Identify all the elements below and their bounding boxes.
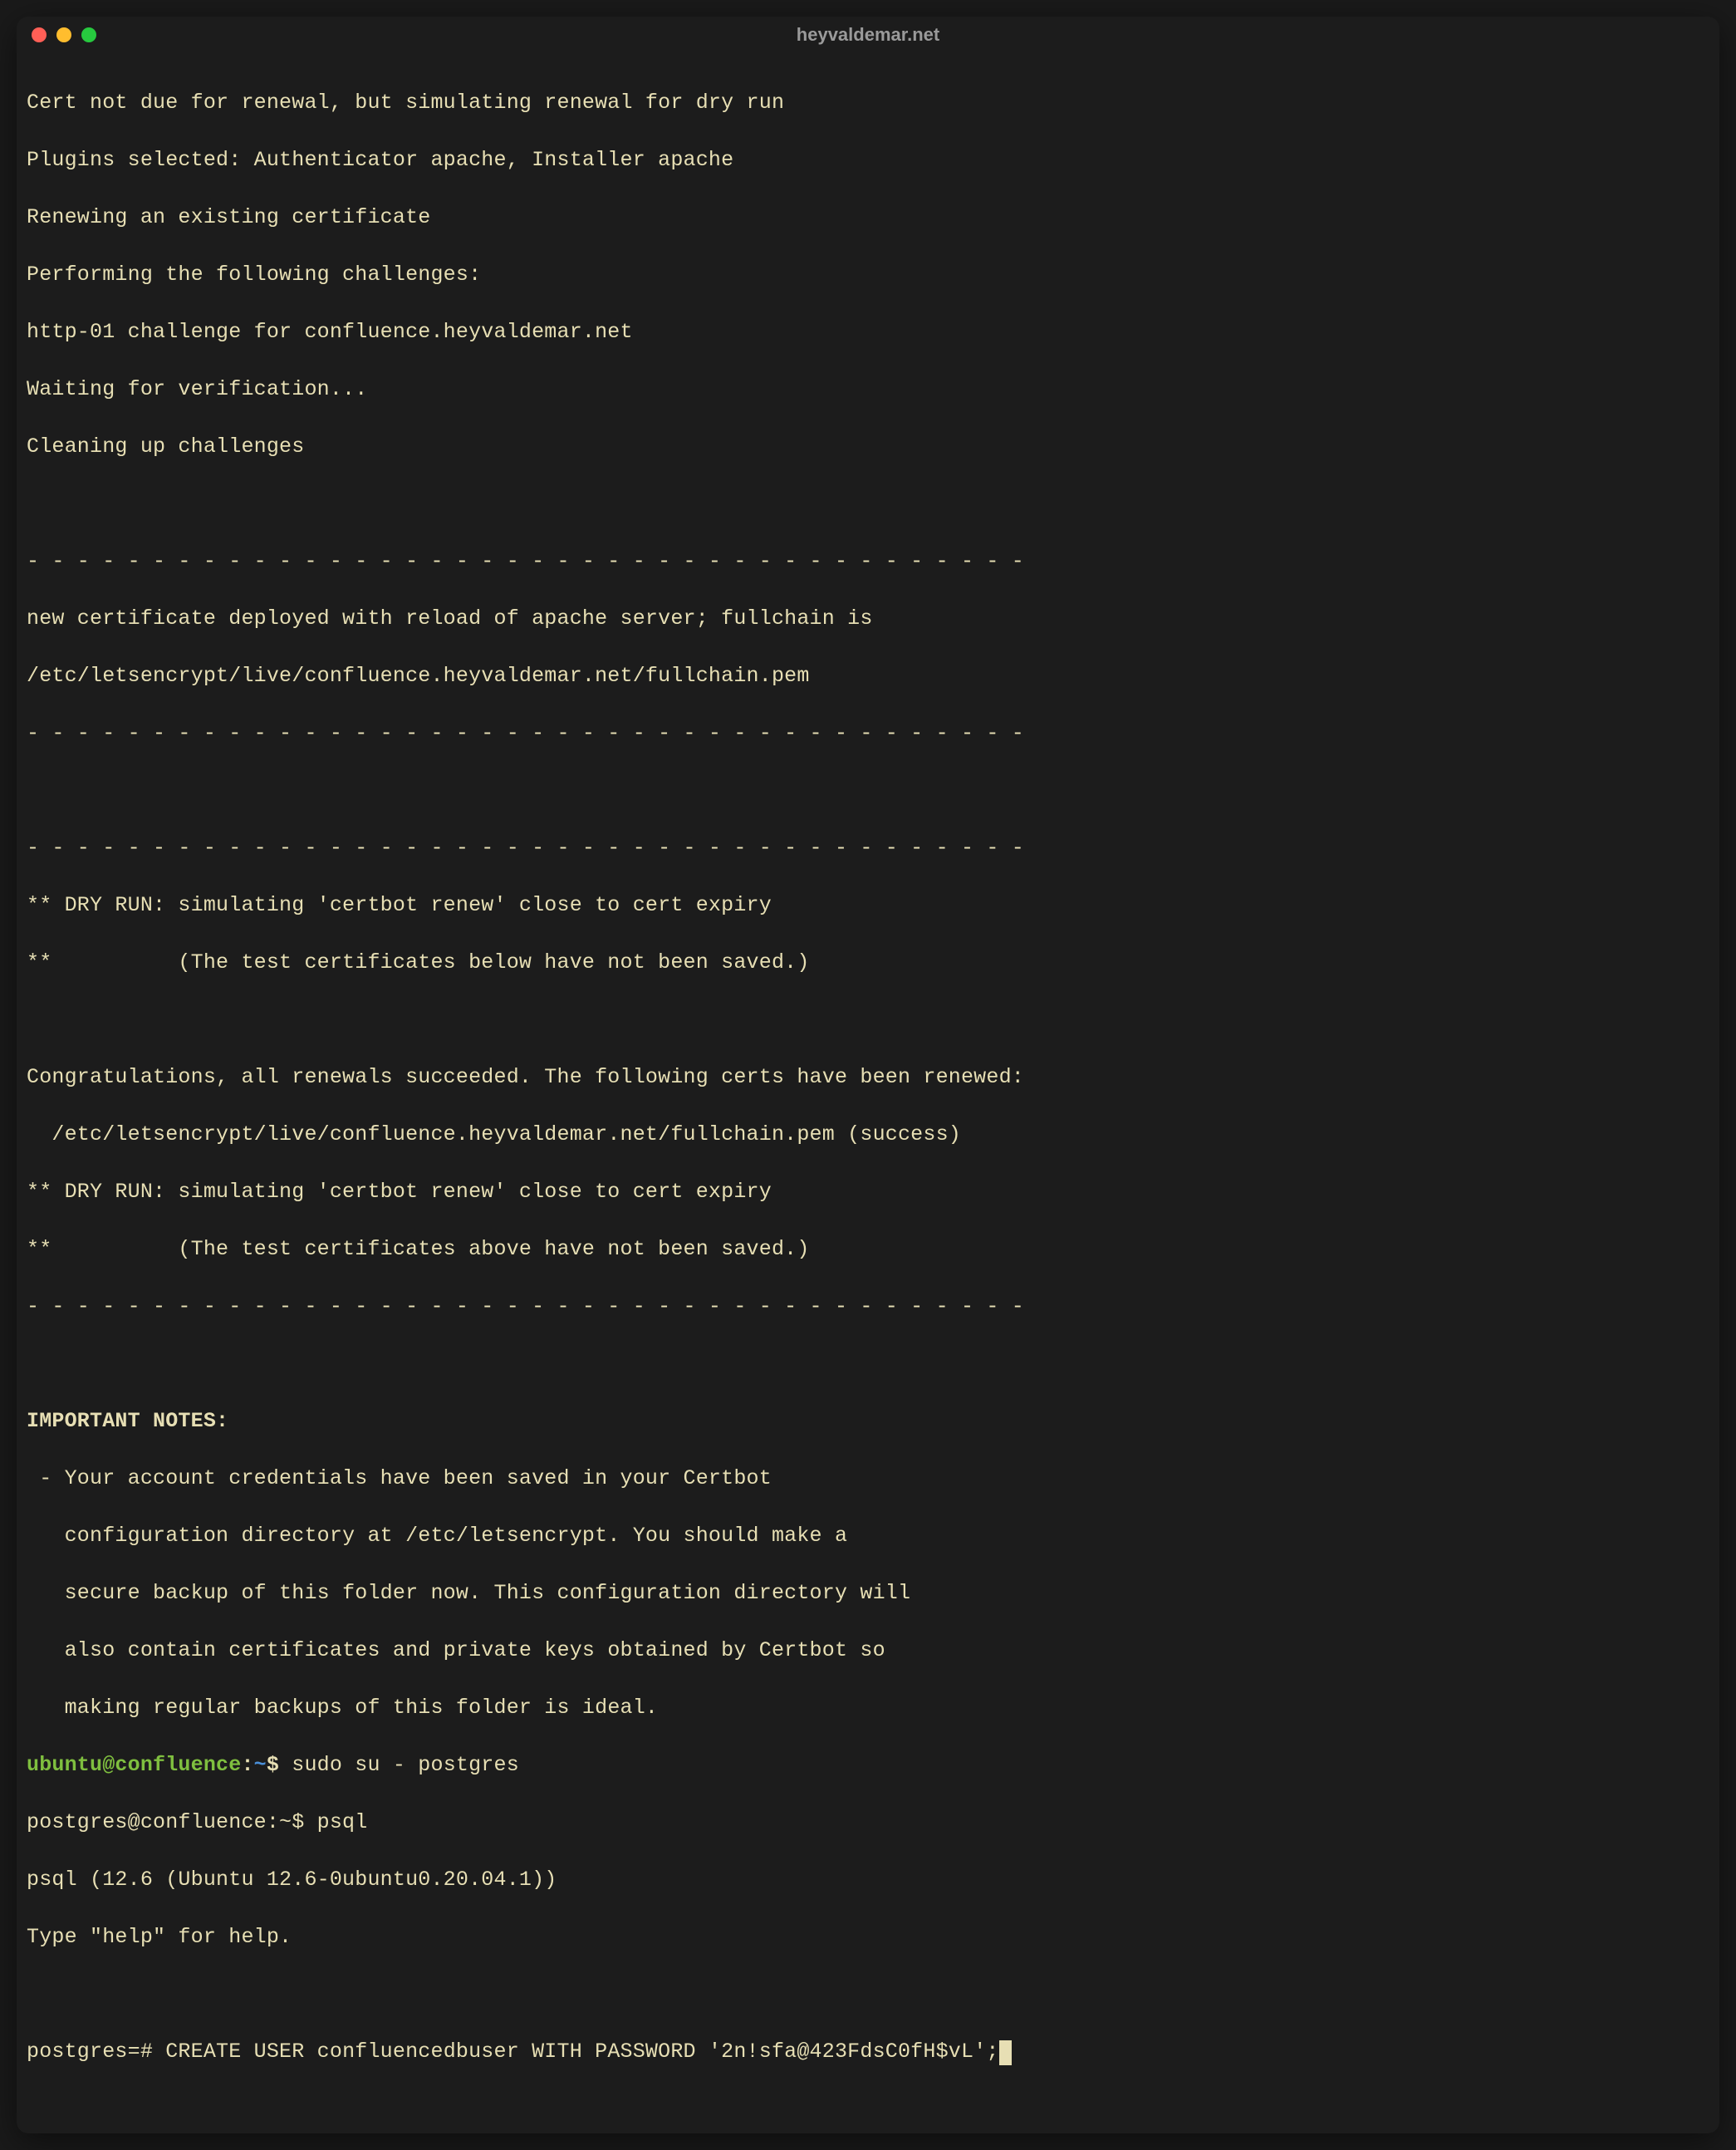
psql-prompt-line: postgres=# CREATE USER confluencedbuser … [27, 2038, 1709, 2067]
terminal-line: - Your account credentials have been sav… [27, 1465, 1709, 1494]
close-icon[interactable] [32, 27, 47, 42]
terminal-line [27, 490, 1709, 519]
prompt-line: ubuntu@confluence:~$ sudo su - postgres [27, 1751, 1709, 1780]
terminal-line [27, 1350, 1709, 1379]
psql-prompt: postgres=# [27, 2040, 165, 2064]
cursor-icon [999, 2040, 1012, 2065]
terminal-line: Renewing an existing certificate [27, 204, 1709, 233]
terminal-line: /etc/letsencrypt/live/confluence.heyvald… [27, 662, 1709, 691]
psql-cmd: CREATE USER confluencedbuser WITH PASSWO… [165, 2040, 998, 2064]
terminal-line: psql (12.6 (Ubuntu 12.6-0ubuntu0.20.04.1… [27, 1866, 1709, 1895]
terminal-window: heyvaldemar.net Cert not due for renewal… [17, 17, 1719, 2133]
terminal-line: http-01 challenge for confluence.heyvald… [27, 318, 1709, 347]
prompt-path: ~ [254, 1753, 267, 1777]
terminal-line: secure backup of this folder now. This c… [27, 1579, 1709, 1608]
terminal-line: Performing the following challenges: [27, 261, 1709, 290]
terminal-body[interactable]: Cert not due for renewal, but simulating… [17, 53, 1719, 2133]
terminal-line [27, 1006, 1709, 1035]
terminal-line: making regular backups of this folder is… [27, 1694, 1709, 1723]
prompt-cmd: sudo su - postgres [292, 1753, 519, 1777]
prompt-dollar: $ [267, 1753, 292, 1777]
terminal-line: Plugins selected: Authenticator apache, … [27, 146, 1709, 175]
terminal-line: Type "help" for help. [27, 1923, 1709, 1952]
terminal-line: configuration directory at /etc/letsencr… [27, 1522, 1709, 1551]
terminal-line: - - - - - - - - - - - - - - - - - - - - … [27, 834, 1709, 863]
traffic-lights [32, 27, 96, 42]
terminal-line: also contain certificates and private ke… [27, 1637, 1709, 1666]
terminal-line [27, 777, 1709, 806]
terminal-line: Waiting for verification... [27, 376, 1709, 405]
terminal-line [27, 1981, 1709, 2010]
maximize-icon[interactable] [81, 27, 96, 42]
terminal-line: new certificate deployed with reload of … [27, 605, 1709, 634]
terminal-line: Cleaning up challenges [27, 433, 1709, 462]
important-notes-header: IMPORTANT NOTES: [27, 1407, 1709, 1436]
terminal-line: postgres@confluence:~$ psql [27, 1809, 1709, 1838]
terminal-line: - - - - - - - - - - - - - - - - - - - - … [27, 1293, 1709, 1322]
terminal-line: ** DRY RUN: simulating 'certbot renew' c… [27, 891, 1709, 920]
terminal-line: /etc/letsencrypt/live/confluence.heyvald… [27, 1121, 1709, 1150]
terminal-line: - - - - - - - - - - - - - - - - - - - - … [27, 547, 1709, 577]
titlebar: heyvaldemar.net [17, 17, 1719, 53]
terminal-line: ** (The test certificates above have not… [27, 1235, 1709, 1264]
prompt-user: ubuntu@confluence [27, 1753, 241, 1777]
prompt-sep: : [241, 1753, 253, 1777]
minimize-icon[interactable] [56, 27, 71, 42]
terminal-line: Cert not due for renewal, but simulating… [27, 89, 1709, 118]
terminal-line: Congratulations, all renewals succeeded.… [27, 1063, 1709, 1092]
window-title: heyvaldemar.net [797, 24, 939, 46]
terminal-line: - - - - - - - - - - - - - - - - - - - - … [27, 719, 1709, 749]
terminal-line: ** (The test certificates below have not… [27, 949, 1709, 978]
terminal-line: ** DRY RUN: simulating 'certbot renew' c… [27, 1178, 1709, 1207]
